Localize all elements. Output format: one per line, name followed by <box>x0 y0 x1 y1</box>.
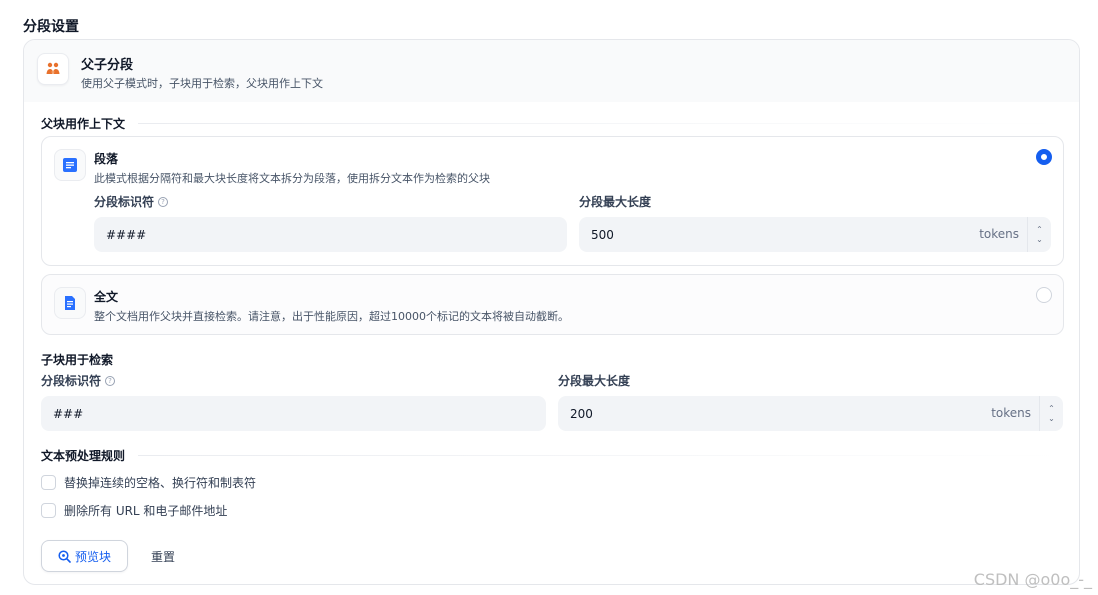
radio-paragraph[interactable] <box>1036 149 1052 165</box>
rule-row[interactable]: 删除所有 URL 和电子邮件地址 <box>41 502 227 519</box>
number-stepper[interactable]: ⌃ ⌄ <box>1027 217 1051 252</box>
parent-separator-input[interactable] <box>94 217 567 252</box>
preview-search-icon <box>58 549 71 563</box>
chevron-up-icon[interactable]: ⌃ <box>1036 225 1043 235</box>
segment-settings-panel: 父子分段 使用父子模式时，子块用于检索，父块用作上下文 父块用作上下文 段落 此… <box>23 39 1080 585</box>
option-description: 整个文档用作父块并直接检索。请注意，出于性能原因，超过10000个标记的文本将被… <box>94 310 569 323</box>
help-icon[interactable]: ? <box>158 196 169 207</box>
mode-description: 使用父子模式时，子块用于检索，父块用作上下文 <box>81 77 323 90</box>
radio-full-document[interactable] <box>1036 287 1052 303</box>
option-title: 段落 <box>94 152 119 166</box>
parent-max-length-label: 分段最大长度 <box>579 195 652 209</box>
child-separator-label: 分段标识符 ? <box>41 372 116 389</box>
paragraph-icon <box>54 149 86 181</box>
preview-button[interactable]: 预览块 <box>41 540 128 572</box>
document-icon <box>54 287 86 319</box>
rule-label: 替换掉连续的空格、换行符和制表符 <box>64 476 257 490</box>
checkbox-remove-urls[interactable] <box>41 503 56 518</box>
checkbox-replace-whitespace[interactable] <box>41 475 56 490</box>
parent-section-label: 父块用作上下文 <box>41 117 126 131</box>
option-full-document[interactable]: 全文 整个文档用作父块并直接检索。请注意，出于性能原因，超过10000个标记的文… <box>41 274 1064 335</box>
unit-label: tokens <box>991 406 1031 420</box>
preprocess-section-label: 文本预处理规则 <box>41 449 126 463</box>
parent-separator-label: 分段标识符 ? <box>94 193 169 210</box>
child-section-label: 子块用于检索 <box>41 353 114 367</box>
unit-label: tokens <box>979 227 1019 241</box>
parent-max-length-input[interactable] <box>579 217 910 252</box>
separator-label-text: 分段标识符 <box>94 195 155 209</box>
section-divider <box>138 123 1064 124</box>
number-stepper[interactable]: ⌃ ⌄ <box>1039 396 1063 431</box>
mode-header[interactable]: 父子分段 使用父子模式时，子块用于检索，父块用作上下文 <box>24 40 1079 102</box>
help-icon[interactable]: ? <box>105 375 116 386</box>
option-paragraph[interactable]: 段落 此模式根据分隔符和最大块长度将文本拆分为段落，使用拆分文本作为检索的父块 … <box>41 136 1064 266</box>
child-max-length-label: 分段最大长度 <box>558 374 631 388</box>
reset-button[interactable]: 重置 <box>138 540 188 572</box>
parent-max-length-field[interactable]: tokens ⌃ ⌄ <box>579 217 1051 252</box>
child-max-length-input[interactable] <box>558 396 912 431</box>
option-title: 全文 <box>94 290 119 304</box>
child-separator-input[interactable] <box>41 396 546 431</box>
section-divider <box>138 455 1064 456</box>
parent-child-icon <box>37 53 69 85</box>
watermark: CSDN @o0o_-_ <box>973 570 1092 589</box>
chevron-down-icon[interactable]: ⌄ <box>1036 235 1043 245</box>
child-max-length-field[interactable]: tokens ⌃ ⌄ <box>558 396 1063 431</box>
rule-label: 删除所有 URL 和电子邮件地址 <box>64 504 228 518</box>
page-title: 分段设置 <box>23 19 79 35</box>
rule-row[interactable]: 替换掉连续的空格、换行符和制表符 <box>41 474 256 491</box>
preview-button-label: 预览块 <box>74 549 111 564</box>
separator-label-text: 分段标识符 <box>41 374 102 388</box>
mode-title: 父子分段 <box>81 58 134 73</box>
chevron-down-icon[interactable]: ⌄ <box>1048 414 1055 424</box>
option-description: 此模式根据分隔符和最大块长度将文本拆分为段落，使用拆分文本作为检索的父块 <box>94 172 490 185</box>
chevron-up-icon[interactable]: ⌃ <box>1048 404 1055 414</box>
